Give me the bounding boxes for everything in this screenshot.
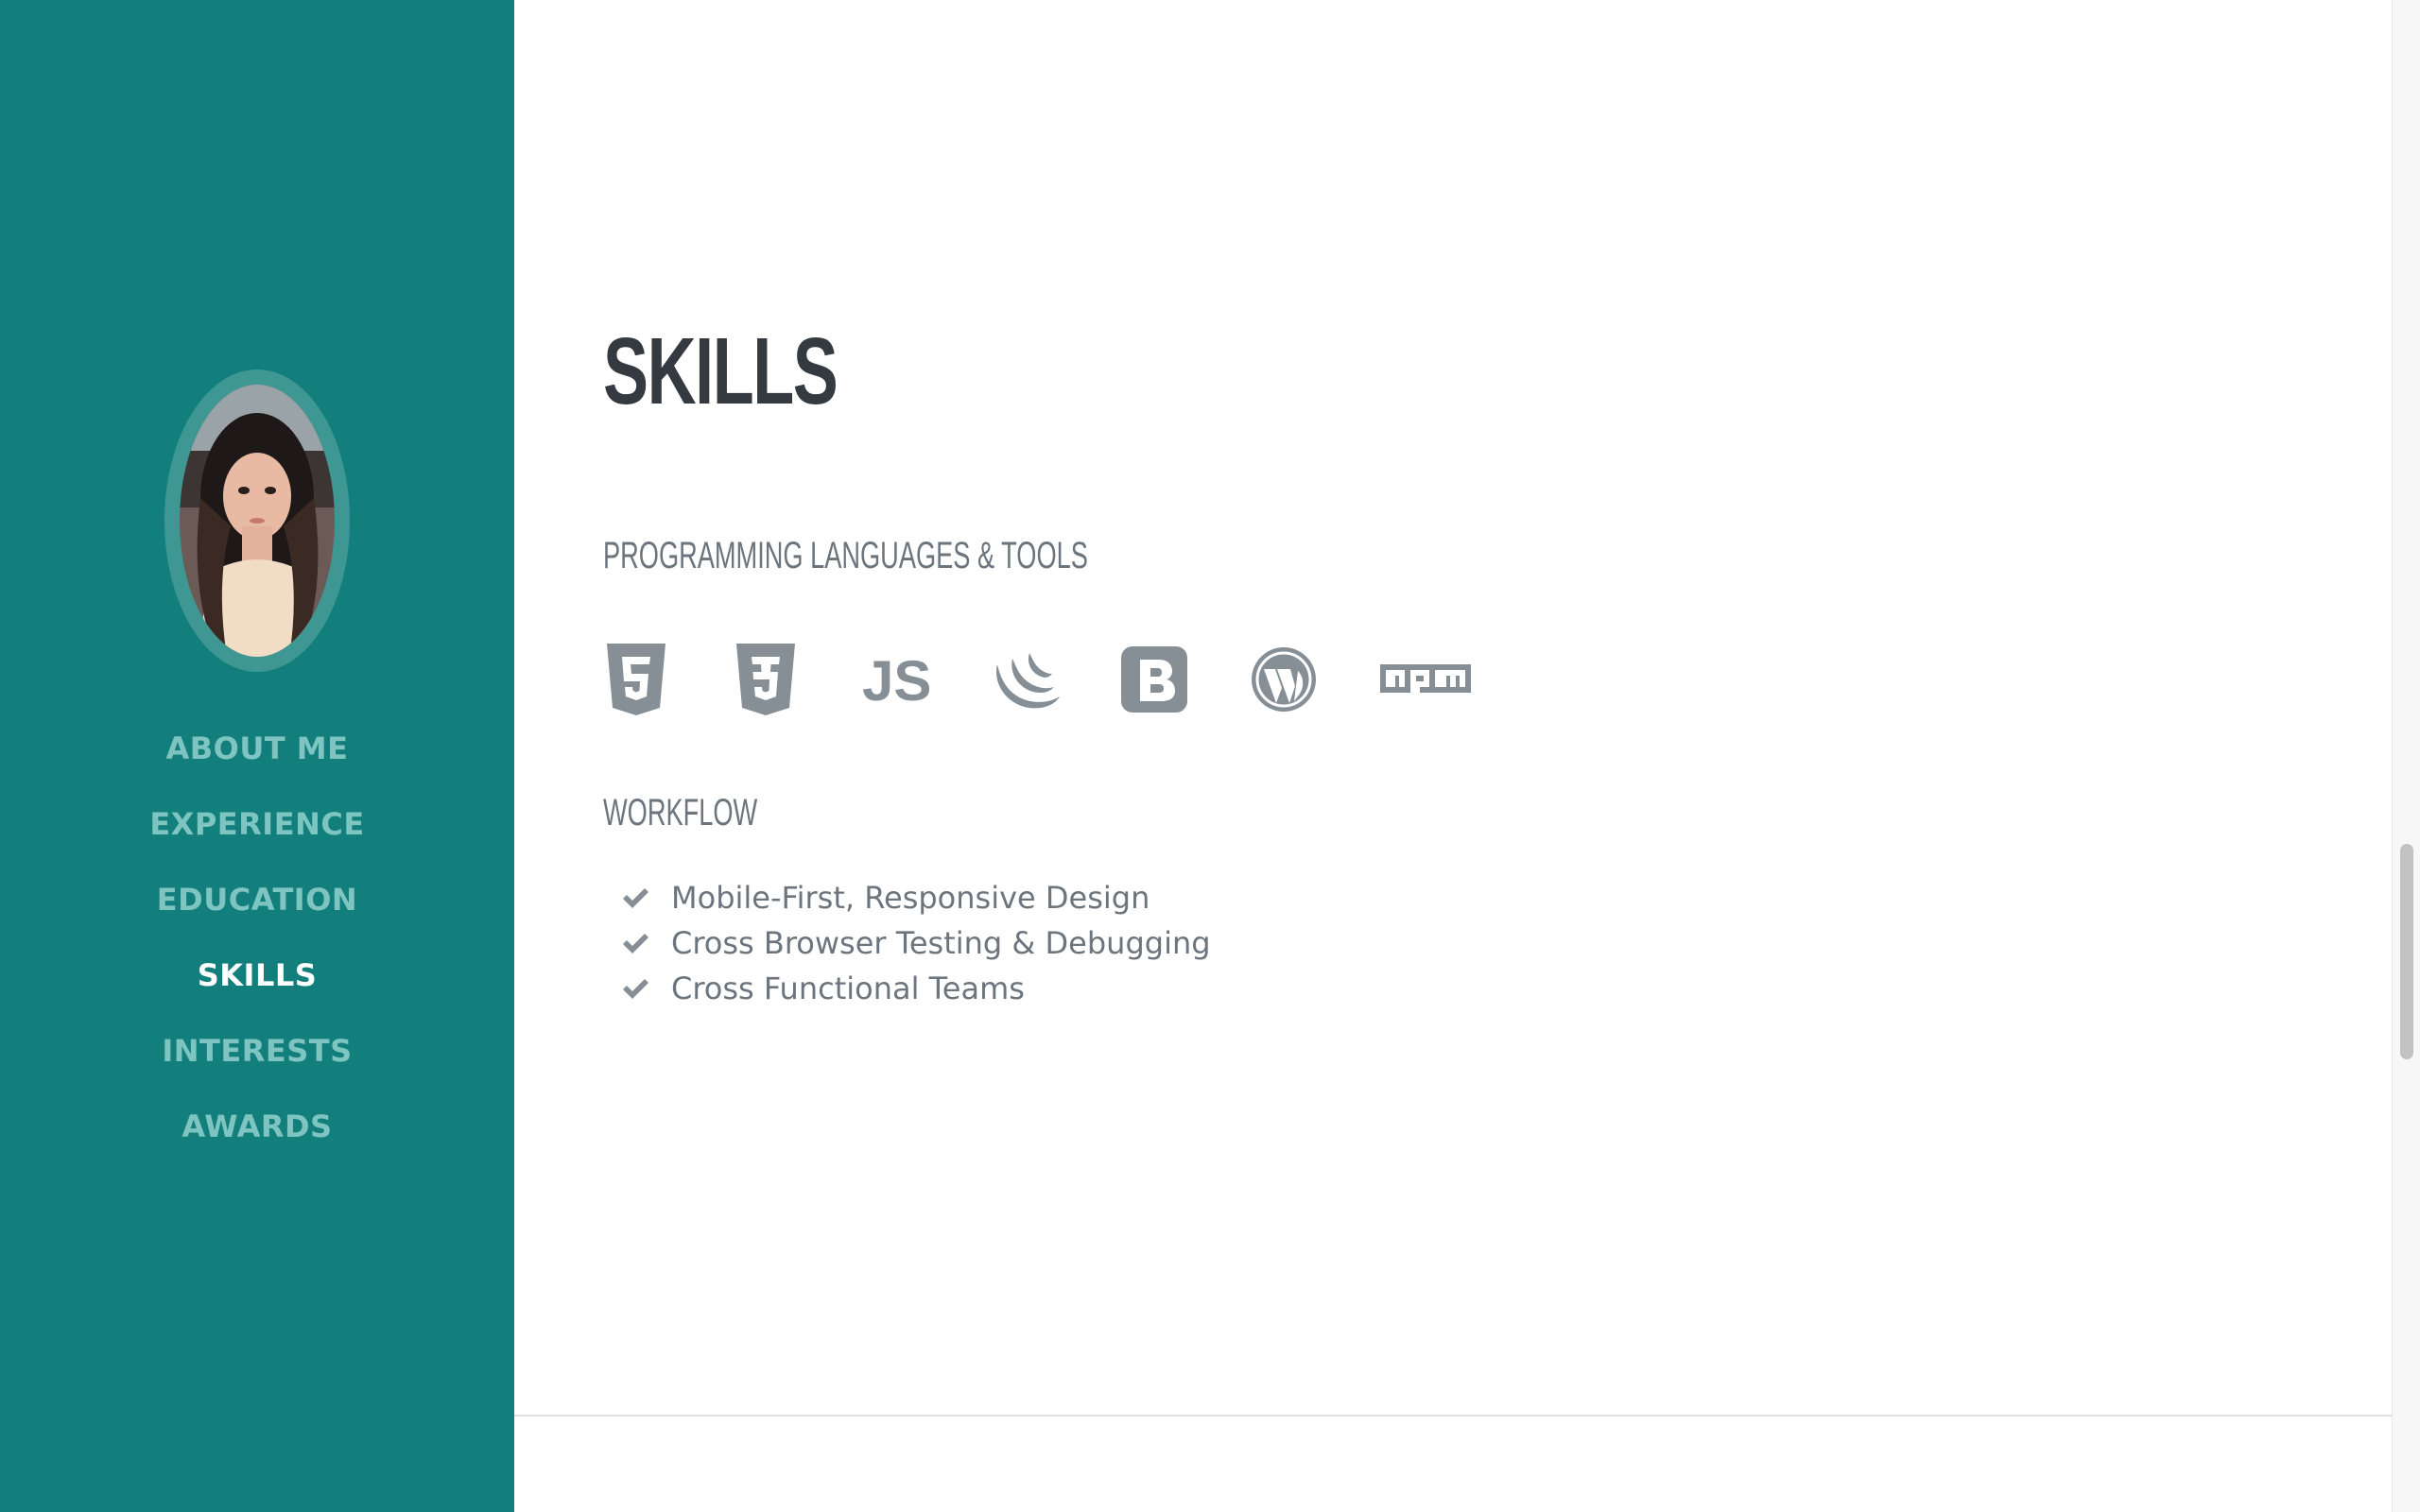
npm-icon[interactable] — [1380, 641, 1510, 718]
workflow-item-label: Cross Browser Testing & Debugging — [671, 925, 1211, 961]
nav-item-education[interactable]: EDUCATION — [0, 862, 514, 937]
css3-icon[interactable] — [733, 641, 862, 718]
js-icon[interactable]: JS — [862, 641, 992, 718]
sidebar-nav: ABOUT ME EXPERIENCE EDUCATION SKILLS INT… — [0, 711, 514, 1164]
workflow-list: Mobile-First, Responsive Design Cross Br… — [620, 875, 1211, 1011]
main-content: SKILLS PROGRAMMING LANGUAGES & TOOLS JS — [514, 0, 2392, 1512]
programming-heading: PROGRAMMING LANGUAGES & TOOLS — [603, 535, 1088, 576]
avatar — [180, 385, 335, 657]
nav-item-experience[interactable]: EXPERIENCE — [0, 786, 514, 862]
sidebar: ABOUT ME EXPERIENCE EDUCATION SKILLS INT… — [0, 0, 514, 1512]
jquery-icon[interactable] — [992, 641, 1121, 718]
bootstrap-icon[interactable] — [1121, 641, 1251, 718]
check-icon — [623, 979, 648, 999]
workflow-item-label: Cross Functional Teams — [671, 971, 1025, 1006]
check-icon — [623, 934, 648, 954]
workflow-item-label: Mobile-First, Responsive Design — [671, 880, 1150, 916]
html5-icon[interactable] — [603, 641, 733, 718]
list-item: Cross Functional Teams — [620, 966, 1211, 1011]
check-icon — [623, 888, 648, 908]
wordpress-icon[interactable] — [1251, 641, 1380, 718]
scrollbar-thumb[interactable] — [2400, 844, 2413, 1059]
section-divider — [514, 1415, 2392, 1417]
nav-item-skills[interactable]: SKILLS — [0, 937, 514, 1013]
workflow-heading: WORKFLOW — [603, 792, 758, 833]
page-scrollbar[interactable] — [2392, 0, 2420, 1512]
svg-text:JS: JS — [862, 651, 930, 708]
list-item: Mobile-First, Responsive Design — [620, 875, 1211, 920]
tools-icon-list: JS — [603, 641, 1510, 718]
nav-item-interests[interactable]: INTERESTS — [0, 1013, 514, 1089]
section-title: SKILLS — [603, 318, 838, 424]
list-item: Cross Browser Testing & Debugging — [620, 920, 1211, 966]
nav-item-about-me[interactable]: ABOUT ME — [0, 711, 514, 786]
avatar-ring — [164, 369, 350, 672]
nav-item-awards[interactable]: AWARDS — [0, 1089, 514, 1164]
